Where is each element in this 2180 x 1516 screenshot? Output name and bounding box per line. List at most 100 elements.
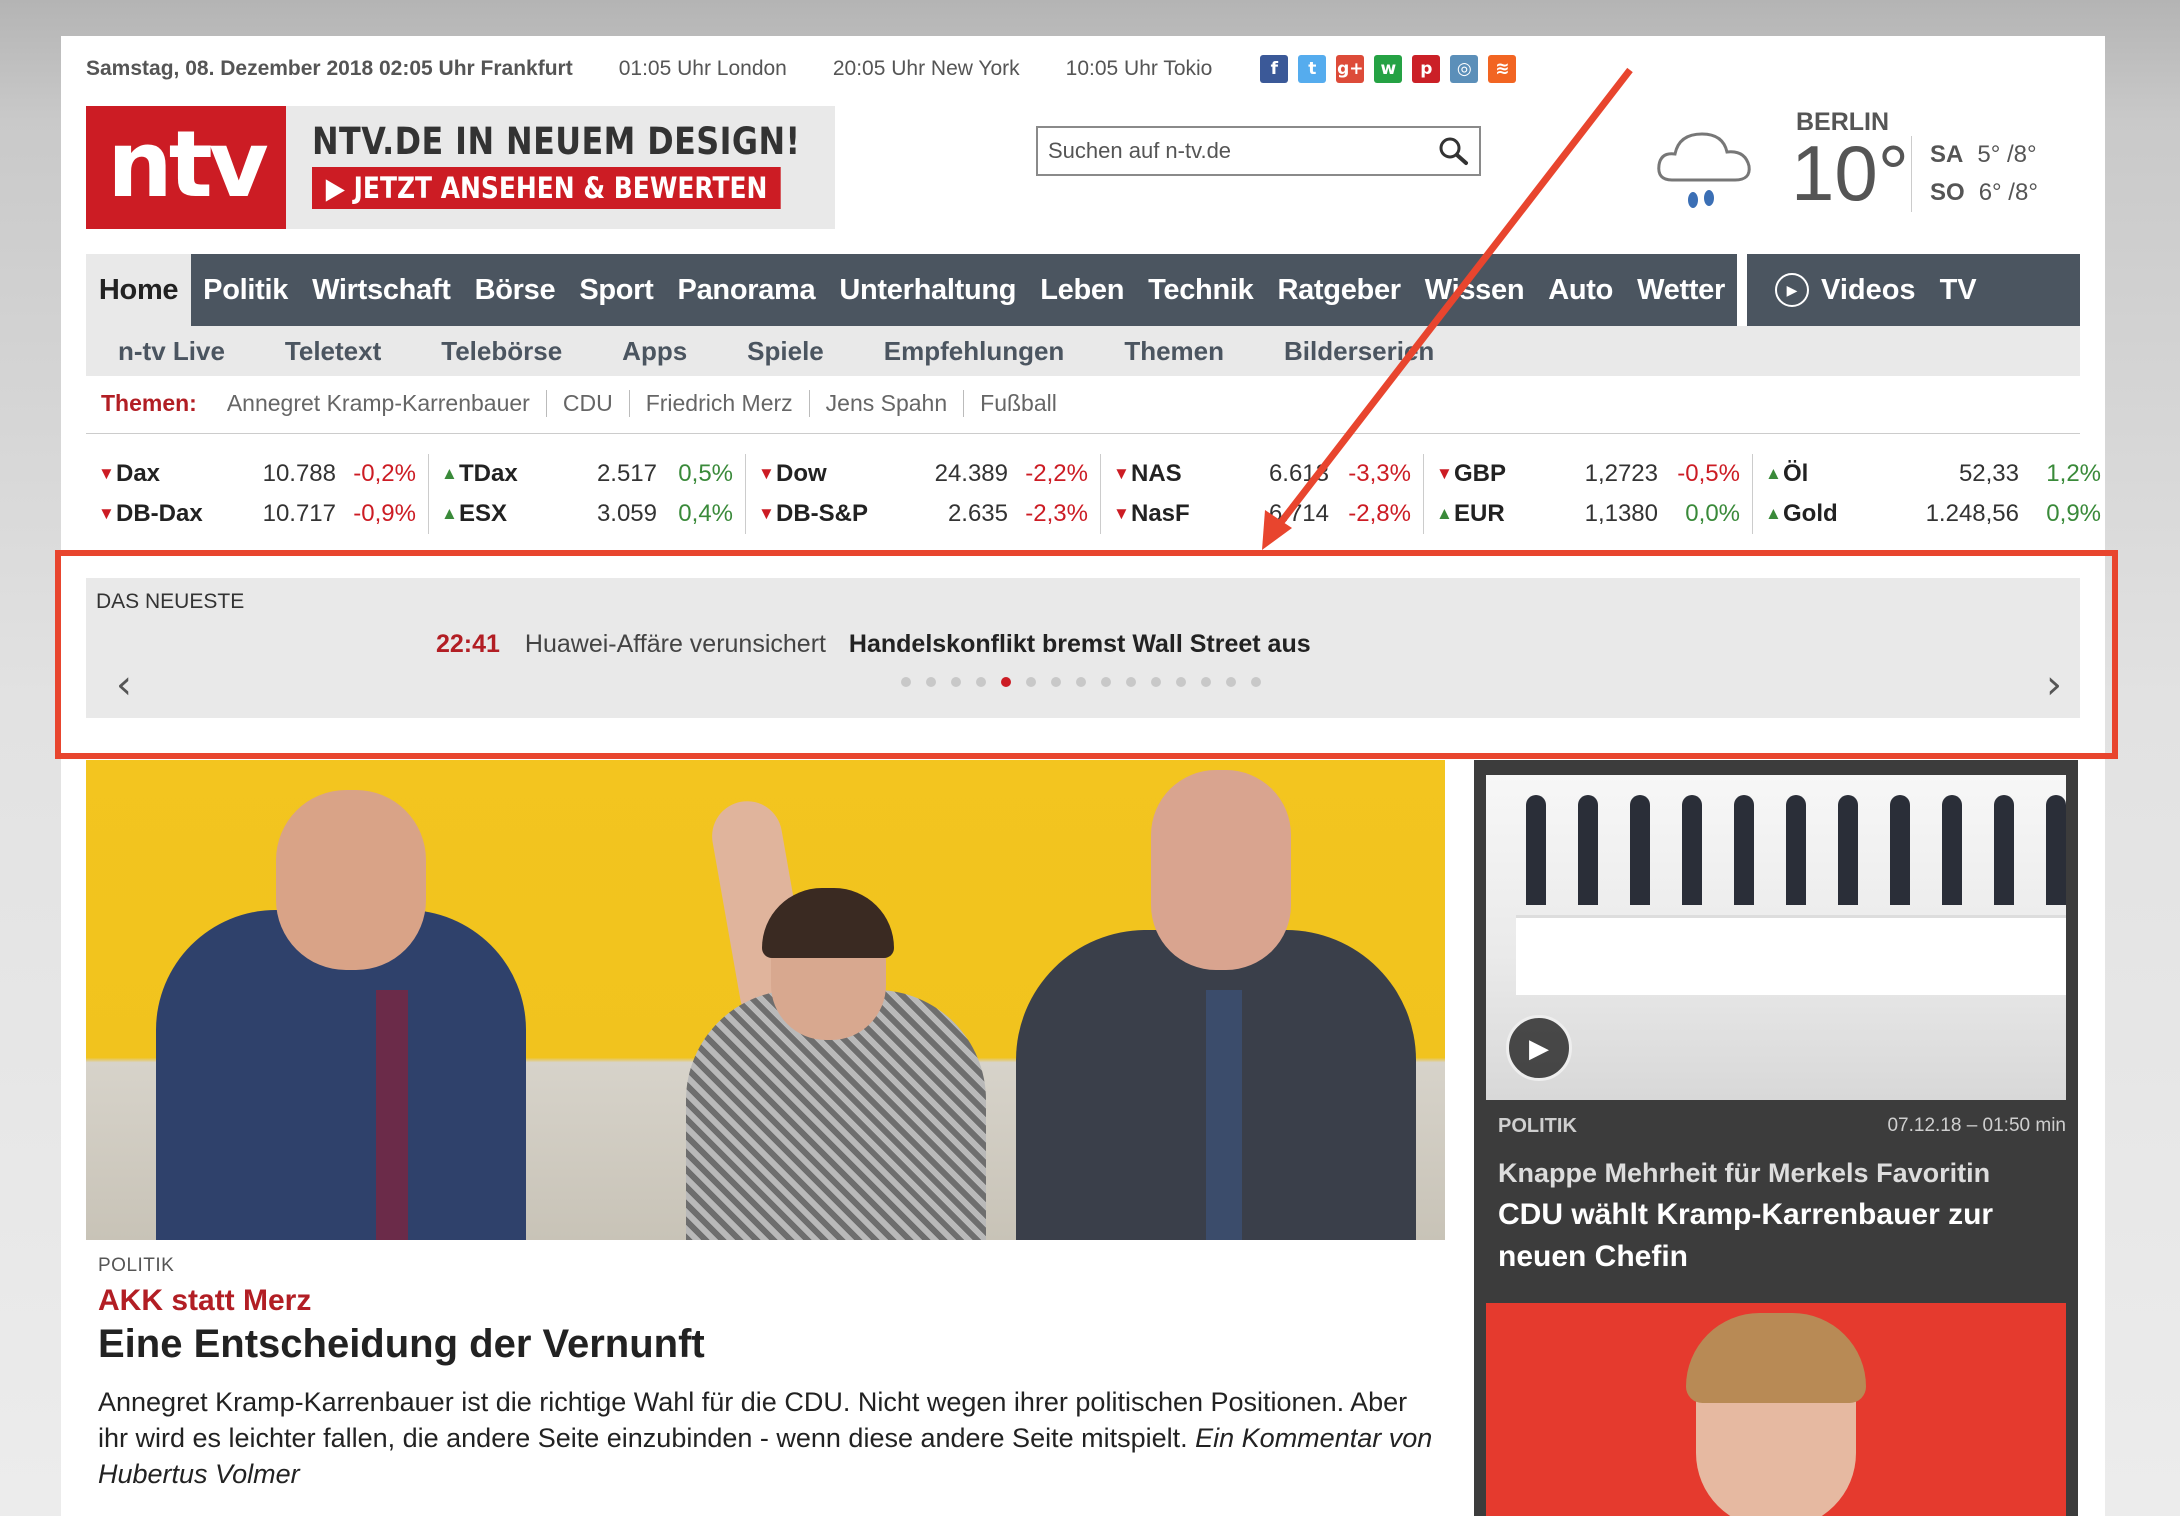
ticker-name: NasF [1131,500,1190,527]
twitter-icon[interactable]: t [1298,55,1327,83]
ticker-row[interactable]: ▲ TDax 2.517 0,5% [441,454,733,494]
hero-title[interactable]: Eine Entscheidung der Vernunft [98,1322,705,1367]
nav-item-sport[interactable]: Sport [567,254,665,326]
ticker-row[interactable]: ▼ DB-S&P 2.635 -2,3% [758,494,1088,534]
themen-link[interactable]: Jens Spahn [810,390,965,417]
search-input[interactable] [1048,138,1437,164]
themen-link[interactable]: Annegret Kramp-Karrenbauer [211,390,547,417]
subnav-item[interactable]: Empfehlungen [884,336,1065,367]
nav-item-unterhaltung[interactable]: Unterhaltung [827,254,1028,326]
sidebar-video-thumbnail[interactable]: ▶ [1486,775,2066,1100]
date-bar: Samstag, 08. Dezember 2018 02:05 Uhr Fra… [86,54,1517,84]
ticker-value: 24.389 [934,460,1008,487]
ticker-row[interactable]: ▲ ESX 3.059 0,4% [441,494,733,534]
ticker-change: -0,9% [353,500,416,527]
sidebar-kicker[interactable]: Knappe Mehrheit für Merkels Favoritin [1498,1158,1990,1189]
weather-temperature: 10° [1791,129,1909,217]
cloud-rain-icon [1657,132,1751,208]
subnav-item[interactable]: Themen [1124,336,1224,367]
logo-text: ntv [107,110,268,218]
play-circle-icon: ▶ [1775,273,1809,307]
nav-item-wetter[interactable]: Wetter [1625,254,1737,326]
ticker-change: -0,2% [353,460,416,487]
google-plus-icon[interactable]: g+ [1336,55,1365,83]
nav-item-tv[interactable]: TV [1928,274,1989,307]
hero-image[interactable] [86,760,1445,1240]
triangle-up-icon: ▲ [1765,464,1782,483]
subnav-item[interactable]: Apps [622,336,687,367]
subnav-item[interactable]: n-tv Live [118,336,225,367]
ticker-row[interactable]: ▼ DB-Dax 10.717 -0,9% [98,494,416,534]
forecast-day: SO [1930,179,1965,206]
nav-item-videos[interactable]: ▶ Videos [1763,273,1928,307]
nav-videos-label: Videos [1821,273,1916,306]
promo-headline: NTV.DE IN NEUEM DESIGN! [312,120,801,163]
sidebar-video-teaser: ▶ POLITIK 07.12.18 – 01:50 min Knappe Me… [1474,760,2078,1516]
ticker-name: NAS [1131,460,1182,487]
ticker-change: -2,8% [1348,500,1411,527]
ticker-row[interactable]: ▲ Öl 52,33 1,2% [1765,454,2101,494]
pinterest-icon[interactable]: p [1412,55,1441,83]
hero-head-left [276,790,426,970]
facebook-icon[interactable]: f [1260,55,1289,83]
nav-item-home[interactable]: Home [86,254,192,326]
ticker-name: EUR [1454,500,1505,527]
triangle-up-icon: ▲ [441,464,458,483]
forecast-row: SO 6° /8° [1930,174,2038,212]
triangle-down-icon: ▼ [1436,464,1453,483]
ticker-row[interactable]: ▼ NAS 6.613 -3,3% [1113,454,1411,494]
sidebar-date: 07.12.18 – 01:50 min [1887,1115,2066,1136]
themen-link[interactable]: Friedrich Merz [630,390,810,417]
promo-cta-button[interactable]: ▶ JETZT ANSEHEN & BEWERTEN [312,167,781,209]
sidebar-title[interactable]: CDU wählt Kramp-Karrenbauer zur neuen Ch… [1498,1194,2058,1278]
ticker-value: 52,33 [1958,460,2019,487]
hero-kicker[interactable]: AKK statt Merz [98,1284,311,1318]
time-frankfurt: Samstag, 08. Dezember 2018 02:05 Uhr Fra… [86,57,573,80]
subnav-item[interactable]: Spiele [747,336,824,367]
search-icon[interactable] [1437,135,1469,167]
ticker-name: DB-Dax [116,500,203,527]
ticker-row[interactable]: ▼ GBP 1,2723 -0,5% [1436,454,1740,494]
rss-icon[interactable]: ≋ [1488,55,1517,83]
subnav-item[interactable]: Teletext [285,336,381,367]
hero-teaser: Annegret Kramp-Karrenbauer ist die richt… [98,1384,1438,1492]
redesign-promo-banner[interactable]: NTV.DE IN NEUEM DESIGN! ▶ JETZT ANSEHEN … [286,106,835,229]
ticker-row[interactable]: ▲ Gold 1.248,56 0,9% [1765,494,2101,534]
ticker-row[interactable]: ▼ Dax 10.788 -0,2% [98,454,416,494]
ticker-column: ▲ Öl 52,33 1,2% ▲ Gold 1.248,56 0,9% [1752,454,2113,534]
ticker-value: 10.717 [262,500,336,527]
themen-link[interactable]: CDU [547,390,630,417]
nav-item-wissen[interactable]: Wissen [1413,254,1536,326]
ticker-row[interactable]: ▼ NasF 6.714 -2,8% [1113,494,1411,534]
triangle-down-icon: ▼ [1113,504,1130,523]
media-navigation: ▶ Videos TV [1747,254,2080,326]
ticker-row[interactable]: ▼ Dow 24.389 -2,2% [758,454,1088,494]
nav-item-ratgeber[interactable]: Ratgeber [1265,254,1412,326]
subnav-item[interactable]: Telebörse [441,336,562,367]
nav-item-panorama[interactable]: Panorama [666,254,828,326]
ticker-value: 6.613 [1268,460,1329,487]
nav-item-politik[interactable]: Politik [191,254,300,326]
nav-item-auto[interactable]: Auto [1536,254,1625,326]
nav-item-leben[interactable]: Leben [1028,254,1136,326]
forecast-range: 5° /8° [1977,141,2037,168]
divider [86,433,2080,434]
ticker-column: ▲ TDax 2.517 0,5% ▲ ESX 3.059 0,4% [428,454,745,534]
whatsapp-icon[interactable]: w [1374,55,1403,83]
instagram-icon[interactable]: ◎ [1450,55,1479,83]
nav-item-technik[interactable]: Technik [1136,254,1265,326]
nav-item-wirtschaft[interactable]: Wirtschaft [300,254,463,326]
hero-tie-right [1206,990,1242,1240]
themen-link[interactable]: Fußball [964,390,1073,417]
triangle-up-icon: ▲ [441,504,458,523]
ntv-logo[interactable]: ntv [86,106,286,229]
play-icon[interactable]: ▶ [1506,1015,1572,1081]
sub-navigation: n-tv Live Teletext Telebörse Apps Spiele Empf… [86,326,2080,376]
ticker-value: 1,1380 [1584,500,1658,527]
nav-item-börse[interactable]: Börse [463,254,568,326]
weather-forecast: SA 5° /8° SO 6° /8° [1911,136,2038,212]
subnav-item[interactable]: Bilderserien [1284,336,1434,367]
ticker-change: 0,4% [678,500,733,527]
sidebar-second-image[interactable] [1486,1303,2066,1516]
ticker-row[interactable]: ▲ EUR 1,1380 0,0% [1436,494,1740,534]
